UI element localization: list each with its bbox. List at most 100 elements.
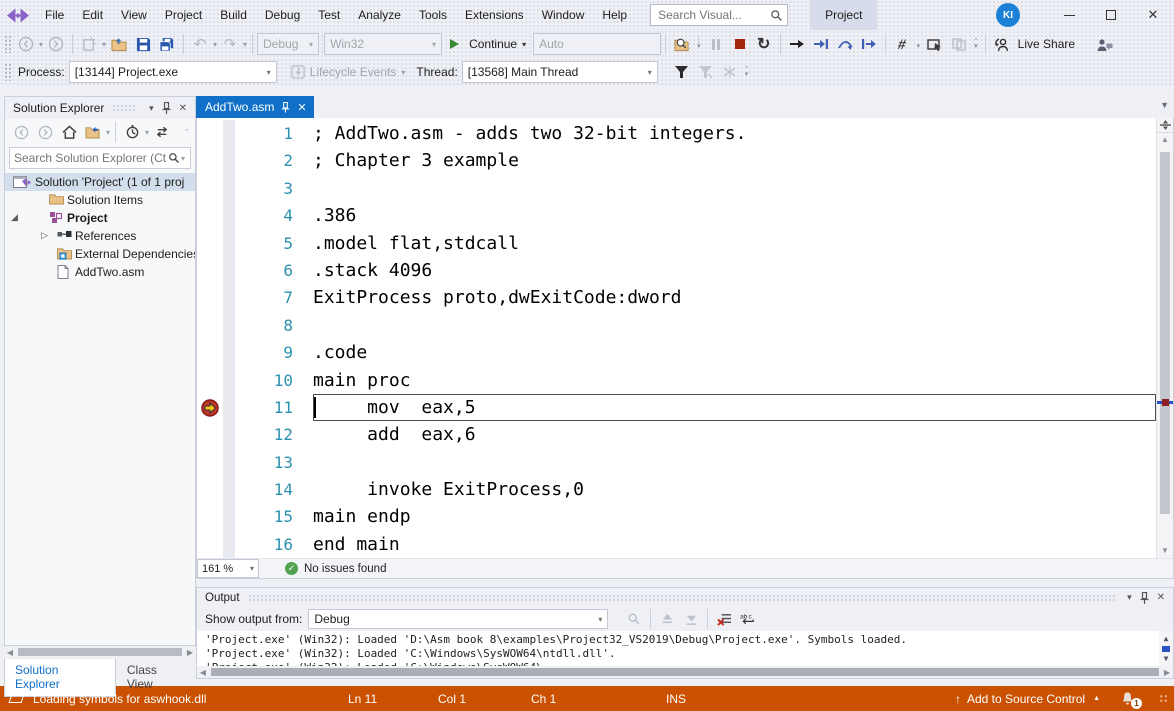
breakpoint-margin[interactable]: [197, 257, 223, 284]
code-text[interactable]: ExitProcess proto,dwExitCode:dword: [313, 284, 1156, 311]
minimize-button[interactable]: [1048, 0, 1090, 30]
line-indicator[interactable]: Ln 11: [348, 692, 438, 706]
show-next-statement-icon[interactable]: [786, 33, 808, 55]
notifications-bell-icon[interactable]: 1: [1120, 691, 1135, 706]
undo-icon[interactable]: ↶: [189, 33, 211, 55]
tab-close-icon[interactable]: ✕: [297, 101, 306, 114]
output-log[interactable]: 'Project.exe' (Win32): Loaded 'D:\Asm bo…: [197, 631, 1173, 666]
column-indicator[interactable]: Col 1: [438, 692, 531, 706]
word-wrap-icon[interactable]: abc: [737, 608, 759, 630]
code-text[interactable]: .386: [313, 202, 1156, 229]
window-position-dropdown-icon[interactable]: ▾: [145, 103, 158, 114]
code-line-4[interactable]: 4 .386: [197, 202, 1156, 229]
current-statement-arrow-icon[interactable]: [197, 394, 223, 421]
code-text[interactable]: [313, 449, 1156, 476]
project-indicator-button[interactable]: Project: [810, 0, 877, 30]
tree-item-addtwo-asm[interactable]: AddTwo.asm: [5, 263, 195, 281]
filter-dropdown-icon[interactable]: ▾: [145, 128, 149, 137]
tool-tab-class-view[interactable]: Class View: [117, 659, 195, 696]
document-list-dropdown-icon[interactable]: ▼: [1160, 100, 1169, 110]
filter-threads-icon[interactable]: [671, 61, 693, 83]
new-dropdown-icon[interactable]: ▾: [102, 40, 106, 49]
pause-icon[interactable]: [705, 33, 727, 55]
code-line-13[interactable]: 13: [197, 449, 1156, 476]
menu-project[interactable]: Project: [156, 0, 211, 30]
solution-platform-combo[interactable]: Win32▾: [324, 33, 442, 55]
solution-search-input[interactable]: [14, 151, 168, 165]
breakpoint-margin[interactable]: [197, 421, 223, 448]
code-line-7[interactable]: 7 ExitProcess proto,dwExitCode:dword: [197, 284, 1156, 311]
se-toolbar-overflow-icon[interactable]: '': [185, 130, 188, 135]
continue-dropdown-icon[interactable]: ▾: [522, 40, 526, 49]
scroll-up-icon[interactable]: ▲: [1157, 133, 1173, 147]
breakpoint-margin[interactable]: [197, 147, 223, 174]
save-icon[interactable]: [132, 33, 154, 55]
maximize-button[interactable]: [1090, 0, 1132, 30]
code-line-10[interactable]: 10 main proc: [197, 367, 1156, 394]
insert-mode-indicator[interactable]: INS: [666, 692, 686, 706]
toolbar-overflow-icon[interactable]: ⁞▾: [697, 39, 701, 49]
scroll-right-icon[interactable]: ▶: [184, 648, 196, 657]
tree-item-solution-items[interactable]: Solution Items: [5, 191, 195, 209]
debug-location-overflow-icon[interactable]: ''▾: [745, 67, 749, 77]
find-message-icon[interactable]: [623, 608, 645, 630]
breakpoint-margin[interactable]: [197, 230, 223, 257]
hscroll-thumb[interactable]: [18, 648, 182, 656]
code-text[interactable]: .code: [313, 339, 1156, 366]
user-avatar[interactable]: KI: [996, 3, 1020, 27]
menu-test[interactable]: Test: [309, 0, 349, 30]
se-forward-icon[interactable]: [34, 121, 56, 143]
code-line-3[interactable]: 3: [197, 175, 1156, 202]
redo-dropdown-icon[interactable]: ▾: [243, 40, 247, 49]
close-panel-icon[interactable]: ✕: [1153, 592, 1169, 603]
flag-filter-icon[interactable]: [695, 61, 717, 83]
code-line-1[interactable]: 1 ; AddTwo.asm - adds two 32-bit integer…: [197, 120, 1156, 147]
breakpoint-margin[interactable]: [197, 202, 223, 229]
menu-extensions[interactable]: Extensions: [456, 0, 533, 30]
code-text[interactable]: mov eax,5: [313, 394, 1156, 421]
toolbar-grip[interactable]: [4, 63, 12, 81]
output-source-combo[interactable]: Debug▾: [308, 609, 608, 629]
code-line-2[interactable]: 2 ; Chapter 3 example: [197, 147, 1156, 174]
feedback-icon[interactable]: [1093, 33, 1115, 55]
code-line-12[interactable]: 12 add eax,6: [197, 421, 1156, 448]
lifecycle-events-button[interactable]: Lifecycle Events: [310, 65, 397, 79]
live-share-label[interactable]: Live Share: [1018, 37, 1075, 51]
add-to-source-control-button[interactable]: Add to Source Control: [967, 692, 1085, 706]
editor-vscrollbar[interactable]: ▲ ▼: [1156, 118, 1173, 558]
breakpoints-icon[interactable]: #: [889, 33, 915, 55]
code-text[interactable]: add eax,6: [313, 421, 1156, 448]
menu-analyze[interactable]: Analyze: [349, 0, 410, 30]
breakpoint-margin[interactable]: [197, 531, 223, 558]
scroll-up-icon[interactable]: ▲: [1164, 632, 1169, 646]
menu-tools[interactable]: Tools: [410, 0, 456, 30]
code-line-11[interactable]: 11 mov eax,5: [197, 394, 1156, 421]
tree-item-solution-project-1-of-1-proje[interactable]: Solution 'Project' (1 of 1 proje: [5, 173, 195, 191]
code-line-15[interactable]: 15 main endp: [197, 503, 1156, 530]
solution-configuration-combo[interactable]: Debug▾: [257, 33, 319, 55]
code-text[interactable]: ; Chapter 3 example: [313, 147, 1156, 174]
code-text[interactable]: end main: [313, 531, 1156, 558]
continue-button[interactable]: Continue: [469, 37, 517, 51]
close-button[interactable]: ✕: [1132, 0, 1174, 30]
breakpoint-margin[interactable]: [197, 284, 223, 311]
stop-debugging-icon[interactable]: [729, 33, 751, 55]
tree-item-references[interactable]: ▷ References: [5, 227, 195, 245]
code-text[interactable]: ; AddTwo.asm - adds two 32-bit integers.: [313, 120, 1156, 147]
search-options-dropdown-icon[interactable]: ▾: [181, 154, 185, 163]
breakpoint-margin[interactable]: [197, 175, 223, 202]
solution-explorer-titlebar[interactable]: Solution Explorer ▾ ✕: [5, 97, 195, 119]
breakpoint-margin[interactable]: [197, 312, 223, 339]
navigate-back-icon[interactable]: [15, 33, 37, 55]
live-share-icon[interactable]: [991, 33, 1013, 55]
source-control-dropdown-icon[interactable]: ▲: [1093, 695, 1100, 702]
hscroll-thumb[interactable]: [211, 668, 1159, 676]
code-text[interactable]: .model flat,stdcall: [313, 230, 1156, 257]
toolbar-grip[interactable]: [4, 35, 12, 53]
code-line-5[interactable]: 5 .model flat,stdcall: [197, 230, 1156, 257]
switch-views-dropdown-icon[interactable]: ▾: [106, 128, 110, 137]
output-hscrollbar[interactable]: ◀ ▶: [197, 666, 1173, 678]
step-over-icon[interactable]: [834, 33, 856, 55]
code-editor[interactable]: 1 ; AddTwo.asm - adds two 32-bit integer…: [197, 118, 1173, 558]
menu-build[interactable]: Build: [211, 0, 256, 30]
